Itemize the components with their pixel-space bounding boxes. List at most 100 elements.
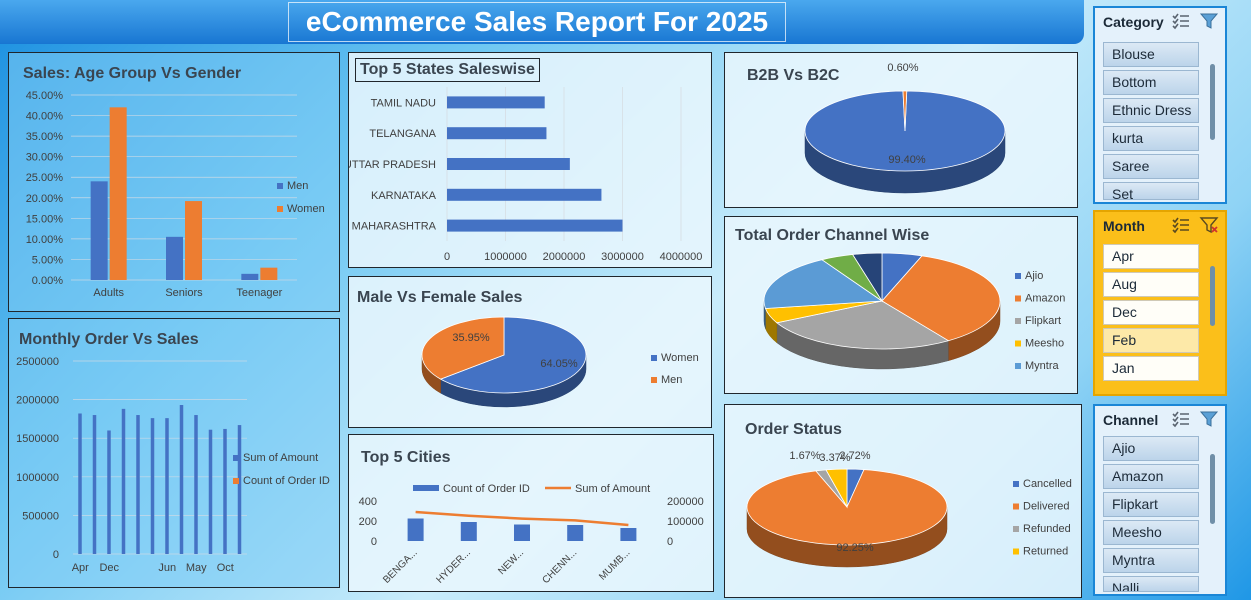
b2b-chart: 99.40% 0.60% (804, 62, 1006, 194)
slicer-item-aug[interactable]: Aug (1103, 272, 1199, 297)
slice-label: 92.25% (836, 542, 874, 554)
status-legend-swatch (1013, 526, 1019, 532)
month-scrollbar[interactable] (1210, 266, 1215, 326)
slicer-item-bottom[interactable]: Bottom (1103, 70, 1199, 95)
slice-label: 3.37% (819, 452, 850, 464)
y-right-tick: 100000 (667, 516, 704, 528)
status-legend-label: Delivered (1023, 501, 1069, 513)
y-right-tick: 200000 (667, 496, 704, 508)
slicer-item-apr[interactable]: Apr (1103, 244, 1199, 269)
slice-label: 0.60% (887, 62, 918, 74)
monthly-legend-label: Count of Order ID (243, 475, 330, 487)
bar-men (166, 236, 183, 280)
slicer-item-feb[interactable]: Feb (1103, 328, 1199, 353)
monthly-legend-swatch (233, 455, 239, 461)
b2b-panel[interactable]: B2B Vs B2C 99.40% 0.60% (724, 52, 1078, 208)
status-panel[interactable]: Order Status 2.72% 92.25% 1.67% 3.37% Cancel… (724, 404, 1082, 598)
age-gender-panel[interactable]: Sales: Age Group Vs Gender 45.00% 40.00% 3… (8, 52, 340, 312)
bar-sum-of-amount (194, 415, 198, 554)
slicer-item-nalli[interactable]: Nalli (1103, 576, 1199, 592)
y-tick-label: 45.00% (26, 90, 64, 102)
category-scrollbar[interactable] (1210, 64, 1215, 140)
slicer-item-saree[interactable]: Saree (1103, 154, 1199, 179)
y-tick-label: 2000000 (16, 395, 59, 407)
month-slicer[interactable]: Month Apr Aug Dec Feb Jan (1093, 210, 1227, 396)
cities-legend-swatch (413, 485, 439, 491)
bar-sum-of-amount (150, 418, 155, 554)
clear-filter-icon[interactable] (1199, 12, 1219, 30)
channel-legend-label: Amazon (1025, 293, 1065, 305)
channel-legend-swatch (1015, 363, 1021, 369)
slicer-item-myntra[interactable]: Myntra (1103, 548, 1199, 573)
channel-chart: Ajio Amazon Flipkart Meesho Myntra (763, 252, 1065, 372)
report-title: eCommerce Sales Report For 2025 (288, 2, 786, 42)
slicer-item-kurta[interactable]: kurta (1103, 126, 1199, 151)
clear-filter-icon[interactable] (1199, 410, 1219, 428)
city-bar (460, 522, 477, 541)
y-left-tick: 200 (359, 516, 377, 528)
bar-sum-of-amount (165, 418, 169, 554)
city-bar (620, 528, 637, 541)
channel-legend-swatch (1015, 295, 1021, 302)
slicer-item-jan[interactable]: Jan (1103, 356, 1199, 381)
monthly-legend-label: Sum of Amount (243, 452, 318, 464)
multi-select-icon[interactable] (1171, 216, 1191, 234)
age-gender-chart: 45.00% 40.00% 35.00% 30.00% 25.00% 20.00% 15.0… (26, 90, 325, 299)
state-label: TELANGANA (369, 128, 436, 140)
x-tick-label: May (186, 562, 207, 574)
state-bar (447, 127, 547, 140)
y-tick-label: 15.00% (26, 213, 64, 225)
slicer-item-meesho[interactable]: Meesho (1103, 520, 1199, 545)
y-left-tick: 400 (359, 496, 377, 508)
y-tick-label: 0.00% (32, 275, 63, 287)
slicer-item-set[interactable]: Set (1103, 182, 1199, 200)
slicer-item-dec[interactable]: Dec (1103, 300, 1199, 325)
x-tick-label: Seniors (165, 287, 203, 299)
channel-panel[interactable]: Total Order Channel Wise Ajio Amazon Flipk… (724, 216, 1078, 394)
bar-women (260, 267, 278, 280)
category-slicer-title: Category (1103, 14, 1164, 30)
slicer-item-ajio[interactable]: Ajio (1103, 436, 1199, 461)
x-tick-label: Apr (72, 562, 89, 574)
status-legend-swatch (1013, 503, 1019, 510)
bar-men (241, 273, 259, 280)
age-legend-label: Men (287, 180, 308, 192)
multi-select-icon[interactable] (1171, 12, 1191, 30)
channel-scrollbar[interactable] (1210, 454, 1215, 524)
bar-sum-of-amount (78, 413, 82, 554)
x-tick-label: NEW... (496, 547, 526, 577)
age-legend-label: Women (287, 203, 325, 215)
y-tick-label: 10.00% (26, 234, 64, 246)
monthly-panel[interactable]: Monthly Order Vs Sales 2500000 2000000 150… (8, 318, 340, 588)
title-banner: eCommerce Sales Report For 2025 (0, 0, 1084, 44)
state-label: MAHARASHTRA (352, 221, 437, 233)
status-chart: 2.72%92.25%1.67%3.37%CancelledDeliveredR… (746, 450, 1072, 568)
channel-slicer[interactable]: Channel Ajio Amazon Flipkart Meesho Myntra Na… (1093, 404, 1227, 596)
y-tick-label: 20.00% (26, 193, 64, 205)
status-legend-label: Refunded (1023, 523, 1071, 535)
y-tick-label: 35.00% (26, 131, 64, 143)
channel-legend-label: Meesho (1025, 338, 1064, 350)
slicer-item-flipkart[interactable]: Flipkart (1103, 492, 1199, 517)
cities-legend-label: Sum of Amount (575, 483, 650, 495)
state-label: TAMIL NADU (371, 97, 436, 109)
channel-slicer-title: Channel (1103, 412, 1159, 428)
y-tick-label: 0 (53, 549, 59, 561)
gender-legend-label: Women (661, 352, 699, 364)
x-tick-label: 1000000 (484, 251, 527, 263)
gender-legend-swatch (651, 377, 657, 383)
states-panel[interactable]: Top 5 States Saleswise 0 1000000 2000000 30… (348, 52, 712, 268)
x-tick-label: Teenager (236, 287, 282, 299)
slicer-item-ethnic-dress[interactable]: Ethnic Dress (1103, 98, 1199, 123)
slicer-item-blouse[interactable]: Blouse (1103, 42, 1199, 67)
category-slicer[interactable]: Category Blouse Bottom Ethnic Dress kurta Sa… (1093, 6, 1227, 204)
gender-panel[interactable]: Male Vs Female Sales 64.05% 35.95% Women Me… (348, 276, 712, 428)
multi-select-icon[interactable] (1171, 410, 1191, 428)
clear-filter-icon[interactable] (1199, 216, 1219, 234)
monthly-legend-swatch (233, 478, 239, 484)
x-tick-label: 4000000 (660, 251, 703, 263)
status-legend-swatch (1013, 548, 1019, 555)
cities-panel[interactable]: Top 5 Cities Count of Order ID Sum of Amo… (348, 434, 714, 592)
slicer-item-amazon[interactable]: Amazon (1103, 464, 1199, 489)
x-tick-label: 2000000 (543, 251, 586, 263)
